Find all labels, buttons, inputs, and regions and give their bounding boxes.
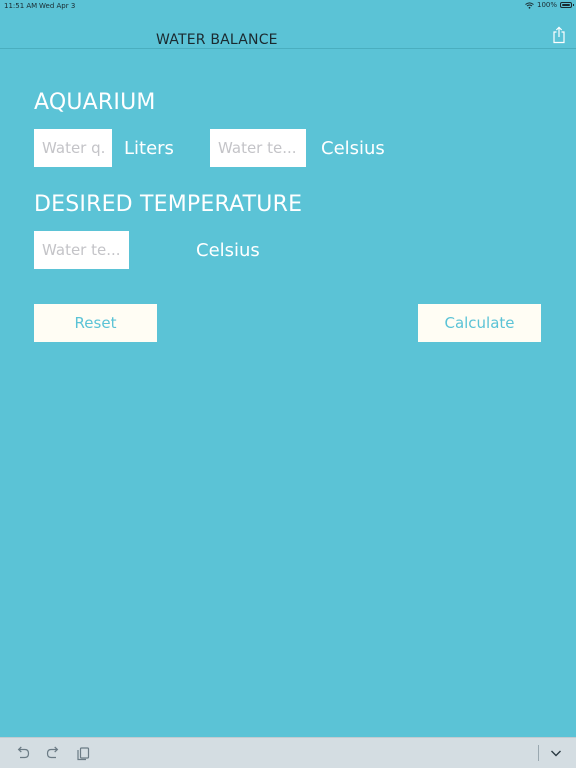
status-time: 11:51 AM [4, 2, 38, 10]
keyboard-dismiss-icon[interactable] [548, 745, 564, 761]
reset-button[interactable]: Reset [34, 304, 157, 342]
status-indicators: 100% [525, 1, 574, 9]
aquarium-celsius-unit-label: Celsius [321, 138, 385, 159]
aquarium-title: AQUARIUM [34, 90, 156, 115]
calculate-button[interactable]: Calculate [418, 304, 541, 342]
status-bar: 11:51 AM Wed Apr 3 100% [0, 0, 576, 12]
redo-icon[interactable] [45, 745, 61, 761]
liters-unit-label: Liters [124, 138, 174, 159]
paste-icon[interactable] [75, 745, 91, 761]
desired-temperature-title: DESIRED TEMPERATURE [34, 192, 303, 217]
water-quantity-input[interactable] [34, 129, 112, 167]
toolbar-divider [538, 745, 539, 761]
keyboard-toolbar [0, 737, 576, 768]
status-date: Wed Apr 3 [39, 2, 76, 10]
page-title: WATER BALANCE [156, 32, 278, 48]
share-icon[interactable] [552, 26, 566, 44]
undo-icon[interactable] [15, 745, 31, 761]
desired-temperature-input[interactable] [34, 231, 129, 269]
nav-bar: WATER BALANCE [0, 12, 576, 49]
battery-icon [560, 2, 574, 8]
battery-percent: 100% [536, 1, 557, 9]
water-temperature-input[interactable] [210, 129, 306, 167]
desired-celsius-unit-label: Celsius [196, 240, 260, 261]
wifi-icon [525, 1, 534, 9]
